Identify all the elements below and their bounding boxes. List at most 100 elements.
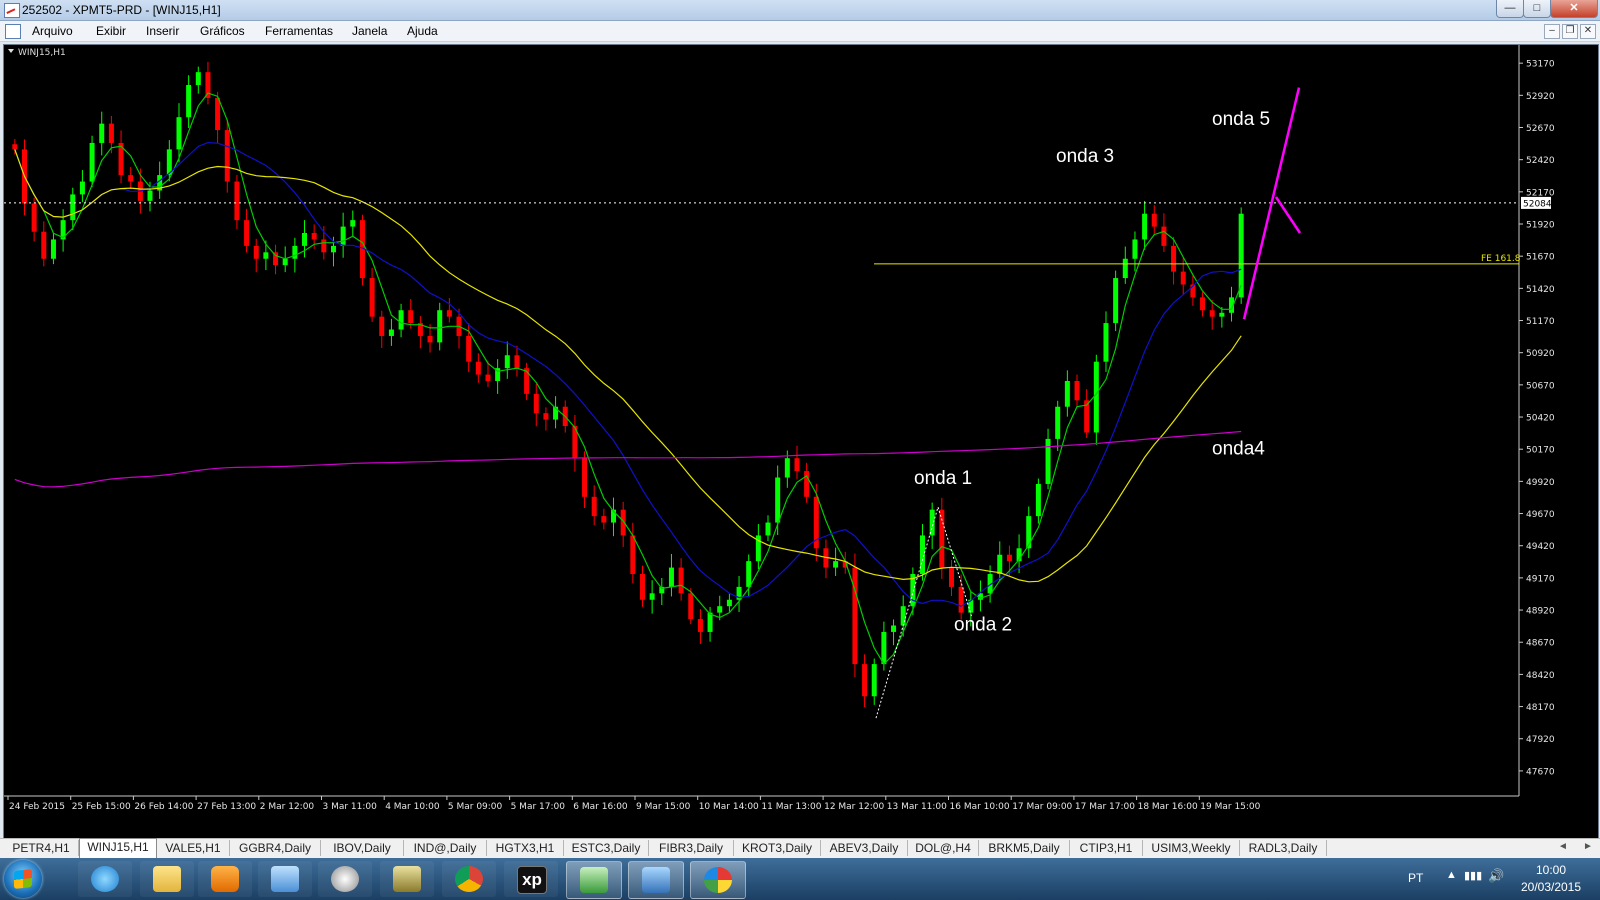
archive-icon xyxy=(393,866,421,892)
tab-ind[interactable]: IND@,Daily xyxy=(404,840,487,856)
taskbar-archive[interactable] xyxy=(380,861,434,897)
tab-petr4[interactable]: PETR4,H1 xyxy=(4,840,79,856)
price-chart[interactable]: 53170 52920 52670 52420 52170 51920 51670 51420… xyxy=(4,45,1598,838)
tabs-scroll-left-icon[interactable]: ◄ xyxy=(1558,841,1568,852)
taskbar-hp[interactable] xyxy=(318,861,372,897)
language-indicator[interactable]: PT xyxy=(1408,871,1423,885)
bear-candle xyxy=(804,471,810,497)
time-tick-label: 17 Mar 09:00 xyxy=(1012,802,1072,812)
bear-candle xyxy=(311,233,317,240)
clock-date[interactable]: 20/03/2015 xyxy=(1520,880,1582,894)
tab-ibov[interactable]: IBOV,Daily xyxy=(321,840,404,856)
tab-brkm5[interactable]: BRKM5,Daily xyxy=(979,840,1070,856)
windows-logo-icon xyxy=(14,869,32,889)
system-tray: PT ▲ ▮▮▮ 🔊 10:00 20/03/2015 xyxy=(1360,858,1600,900)
mdi-minimize-button[interactable]: – xyxy=(1544,24,1560,39)
bear-candle xyxy=(321,239,327,253)
bear-candle xyxy=(446,310,452,317)
menu-exibir[interactable]: Exibir xyxy=(96,24,126,38)
bear-candle xyxy=(1209,310,1215,317)
menu-graficos[interactable]: Gráficos xyxy=(200,24,245,38)
maximize-button[interactable]: □ xyxy=(1523,0,1551,18)
bear-candle xyxy=(639,574,645,600)
taskbar-file-explorer[interactable] xyxy=(140,861,194,897)
close-button[interactable]: ✕ xyxy=(1550,0,1598,18)
bull-candle xyxy=(350,220,356,227)
price-tick-label: 50920 xyxy=(1526,349,1555,359)
bull-candle xyxy=(1026,516,1032,549)
bear-candle xyxy=(41,231,47,259)
bull-candle xyxy=(920,535,926,575)
mdi-close-button[interactable]: ✕ xyxy=(1580,24,1596,39)
minimize-button[interactable]: — xyxy=(1496,0,1524,18)
paint-icon xyxy=(704,867,732,893)
tab-vale5[interactable]: VALE5,H1 xyxy=(157,840,230,856)
menu-ajuda[interactable]: Ajuda xyxy=(407,24,438,38)
clock-time[interactable]: 10:00 xyxy=(1520,863,1582,877)
bear-candle xyxy=(948,567,954,587)
wave-annotation: onda4 xyxy=(1212,438,1265,459)
chart-window[interactable]: 53170 52920 52670 52420 52170 51920 51670 51420… xyxy=(3,44,1599,839)
time-tick-label: 9 Mar 15:00 xyxy=(636,802,691,812)
bull-candle xyxy=(1103,323,1109,362)
tab-ctip3[interactable]: CTIP3,H1 xyxy=(1070,840,1143,856)
tab-usim3[interactable]: USIM3,Weekly xyxy=(1143,840,1240,856)
start-button[interactable] xyxy=(4,860,42,898)
taskbar-photo-viewer[interactable] xyxy=(628,861,684,899)
bear-candle xyxy=(862,664,868,697)
app-icon xyxy=(4,3,20,18)
window-title: 252502 - XPMT5-PRD - [WINJ15,H1] xyxy=(22,3,221,17)
tab-ggbr4[interactable]: GGBR4,Daily xyxy=(230,840,321,856)
bull-candle xyxy=(176,117,182,150)
menu-inserir[interactable]: Inserir xyxy=(146,24,179,38)
price-tick-label: 49420 xyxy=(1526,542,1555,552)
bear-candle xyxy=(427,335,433,343)
price-tick-label: 51170 xyxy=(1526,317,1555,327)
bear-candle xyxy=(543,413,549,420)
menu-arquivo[interactable]: Arquivo xyxy=(32,24,73,38)
price-tick-label: 50170 xyxy=(1526,446,1555,456)
fibonacci-label: FE 161.8 xyxy=(1481,254,1521,264)
price-tick-label: 52670 xyxy=(1526,124,1555,134)
taskbar-media-player[interactable] xyxy=(198,861,252,897)
bear-candle xyxy=(128,175,134,182)
time-tick-label: 25 Feb 15:00 xyxy=(72,802,131,812)
taskbar-paint[interactable] xyxy=(690,861,746,899)
tabs-scroll-right-icon[interactable]: ► xyxy=(1583,841,1593,852)
taskbar-xp[interactable]: xp xyxy=(504,861,558,897)
tab-abev3[interactable]: ABEV3,Daily xyxy=(821,840,908,856)
bull-candle xyxy=(1035,483,1041,517)
taskbar-network[interactable] xyxy=(258,861,312,897)
tab-krot3[interactable]: KROT3,Daily xyxy=(734,840,821,856)
bull-candle xyxy=(726,599,732,607)
bear-candle xyxy=(852,567,858,665)
taskbar-metatrader[interactable] xyxy=(566,861,622,899)
bear-candle xyxy=(1074,381,1080,401)
tab-fibr3[interactable]: FIBR3,Daily xyxy=(649,840,734,856)
show-hidden-icons-icon[interactable]: ▲ xyxy=(1446,869,1457,881)
bear-candle xyxy=(31,203,37,232)
taskbar-internet-explorer[interactable] xyxy=(78,861,132,897)
mdi-restore-button[interactable]: ❐ xyxy=(1562,24,1578,39)
tab-radl3[interactable]: RADL3,Daily xyxy=(1240,840,1327,856)
tab-dol[interactable]: DOL@,H4 xyxy=(908,840,979,856)
time-tick-label: 11 Mar 13:00 xyxy=(761,802,821,812)
bull-candle xyxy=(1142,213,1148,240)
price-tick-label: 51670 xyxy=(1526,253,1555,263)
bull-candle xyxy=(1045,438,1051,484)
menu-ferramentas[interactable]: Ferramentas xyxy=(265,24,333,38)
tab-estc3[interactable]: ESTC3,Daily xyxy=(564,840,649,856)
bear-candle xyxy=(514,355,520,369)
volume-icon[interactable]: 🔊 xyxy=(1488,868,1504,884)
signal-icon[interactable]: ▮▮▮ xyxy=(1464,869,1482,882)
menu-janela[interactable]: Janela xyxy=(352,24,387,38)
time-tick-label: 10 Mar 14:00 xyxy=(699,802,759,812)
tab-winj15[interactable]: WINJ15,H1 xyxy=(79,838,157,858)
taskbar-chrome[interactable] xyxy=(442,861,496,897)
tab-hgtx3[interactable]: HGTX3,H1 xyxy=(487,840,564,856)
bull-candle xyxy=(70,194,76,221)
bear-candle xyxy=(688,593,694,620)
bull-candle xyxy=(147,190,153,201)
document-icon[interactable] xyxy=(5,24,21,39)
hp-icon xyxy=(331,866,359,892)
